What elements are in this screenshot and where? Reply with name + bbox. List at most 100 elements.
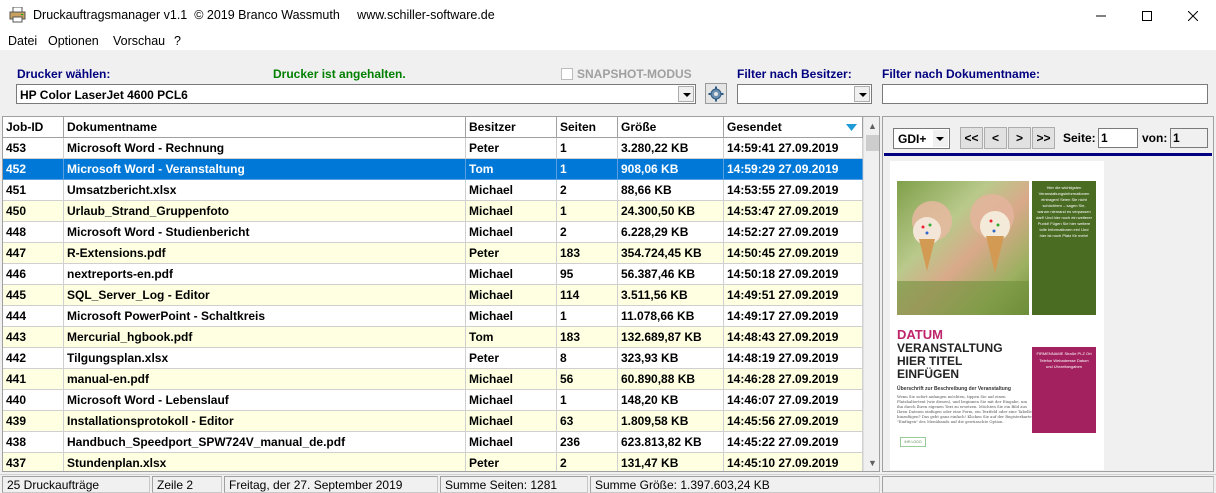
cell-sent: 14:49:17 27.09.2019 xyxy=(724,306,863,327)
status-bar: 25 Druckaufträge Zeile 2 Freitag, der 27… xyxy=(0,474,1216,493)
col-pages[interactable]: Seiten xyxy=(557,117,618,138)
table-row[interactable]: 437 Stundenplan.xlsx Peter 2 131,47 KB 14:45:… xyxy=(3,453,863,471)
cell-job-id: 442 xyxy=(3,348,64,369)
cell-owner: Michael xyxy=(466,264,557,285)
cell-owner: Michael xyxy=(466,306,557,327)
printer-settings-button[interactable] xyxy=(705,83,727,104)
table-row[interactable]: 447 R-Extensions.pdf Peter 183 354.724,45 KB… xyxy=(3,243,863,264)
menu-help[interactable]: ? xyxy=(174,34,181,48)
table-row[interactable]: 452 Microsoft Word - Veranstaltung Tom 1 908… xyxy=(3,159,863,180)
table-row[interactable]: 448 Microsoft Word - Studienbericht Michae… xyxy=(3,222,863,243)
menu-bar: Datei Optionen Vorschau ? xyxy=(0,31,1216,51)
cell-owner: Michael xyxy=(466,201,557,222)
chevron-down-icon[interactable] xyxy=(854,86,870,102)
chevron-down-icon[interactable] xyxy=(933,130,948,147)
of-label: von: xyxy=(1142,131,1168,145)
cell-job-id: 446 xyxy=(3,264,64,285)
scroll-up-icon[interactable]: ▲ xyxy=(864,117,879,134)
chevron-down-icon[interactable] xyxy=(678,86,694,102)
table-row[interactable]: 443 Mercurial_hgbook.pdf Tom 183 132.689,87 … xyxy=(3,327,863,348)
preview-panel: GDI+ << < > >> Seite: 1 von: 1 Hier die … xyxy=(882,116,1214,472)
col-sent[interactable]: Gesendet xyxy=(724,117,863,138)
cell-document-name: Mercurial_hgbook.pdf xyxy=(64,327,466,348)
cell-pages: 1 xyxy=(557,138,618,159)
table-row[interactable]: 453 Microsoft Word - Rechnung Peter 1 3.280,… xyxy=(3,138,863,159)
table-row[interactable]: 444 Microsoft PowerPoint - Schaltkreis Mic… xyxy=(3,306,863,327)
table-row[interactable]: 441 manual-en.pdf Michael 56 60.890,88 KB 14:… xyxy=(3,369,863,390)
table-row[interactable]: 438 Handbuch_Speedport_SPW724V_manual_de.… xyxy=(3,432,863,453)
cell-size: 6.228,29 KB xyxy=(618,222,724,243)
cell-pages: 2 xyxy=(557,453,618,471)
preview-photo xyxy=(897,181,1029,315)
cell-sent: 14:59:29 27.09.2019 xyxy=(724,159,863,180)
scroll-down-icon[interactable]: ▼ xyxy=(864,454,879,471)
close-icon xyxy=(1188,10,1198,21)
cell-document-name: R-Extensions.pdf xyxy=(64,243,466,264)
menu-datei[interactable]: Datei xyxy=(8,34,37,48)
snapshot-checkbox[interactable] xyxy=(561,68,573,80)
col-document-name[interactable]: Dokumentname xyxy=(64,117,466,138)
first-page-button[interactable]: << xyxy=(960,127,983,149)
renderer-select[interactable]: GDI+ xyxy=(893,128,950,149)
cell-size: 3.511,56 KB xyxy=(618,285,724,306)
table-scrollbar[interactable]: ▲ ▼ xyxy=(863,117,879,471)
cell-job-id: 447 xyxy=(3,243,64,264)
cell-size: 56.387,46 KB xyxy=(618,264,724,285)
ice-cream-image xyxy=(897,194,1029,315)
page-label: Seite: xyxy=(1063,131,1096,145)
col-owner[interactable]: Besitzer xyxy=(466,117,557,138)
table-row[interactable]: 440 Microsoft Word - Lebenslauf Michael 1 14… xyxy=(3,390,863,411)
cell-sent: 14:48:43 27.09.2019 xyxy=(724,327,863,348)
cell-size: 3.280,22 KB xyxy=(618,138,724,159)
cell-owner: Peter xyxy=(466,243,557,264)
cell-size: 1.809,58 KB xyxy=(618,411,724,432)
cell-job-id: 445 xyxy=(3,285,64,306)
menu-vorschau[interactable]: Vorschau xyxy=(113,34,165,48)
table-row[interactable]: 446 nextreports-en.pdf Michael 95 56.387,46 … xyxy=(3,264,863,285)
minimize-button[interactable] xyxy=(1078,0,1124,31)
cell-sent: 14:46:28 27.09.2019 xyxy=(724,369,863,390)
table-row[interactable]: 442 Tilgungsplan.xlsx Peter 8 323,93 KB 14:48… xyxy=(3,348,863,369)
cell-owner: Michael xyxy=(466,222,557,243)
printer-app-icon xyxy=(9,7,26,23)
status-line: Zeile 2 xyxy=(152,476,222,493)
cell-size: 11.078,66 KB xyxy=(618,306,724,327)
cell-pages: 8 xyxy=(557,348,618,369)
cell-document-name: Handbuch_Speedport_SPW724V_manual_de.pdf xyxy=(64,432,466,453)
cell-job-id: 439 xyxy=(3,411,64,432)
page-input[interactable]: 1 xyxy=(1098,128,1138,148)
cell-owner: Michael xyxy=(466,411,557,432)
owner-filter-select[interactable] xyxy=(737,84,872,104)
snapshot-label: SNAPSHOT-MODUS xyxy=(577,67,692,81)
scroll-thumb[interactable] xyxy=(866,135,879,151)
maximize-icon xyxy=(1142,10,1152,21)
table-row[interactable]: 450 Urlaub_Strand_Gruppenfoto Michael 1 24.3… xyxy=(3,201,863,222)
cell-owner: Peter xyxy=(466,348,557,369)
cell-document-name: SQL_Server_Log - Editor xyxy=(64,285,466,306)
cell-pages: 114 xyxy=(557,285,618,306)
menu-optionen[interactable]: Optionen xyxy=(48,34,99,48)
prev-page-button[interactable]: < xyxy=(984,127,1007,149)
printer-select[interactable]: HP Color LaserJet 4600 PCL6 xyxy=(16,84,696,104)
cell-pages: 2 xyxy=(557,222,618,243)
cell-owner: Michael xyxy=(466,180,557,201)
table-row[interactable]: 451 Umsatzbericht.xlsx Michael 2 88,66 KB 14:… xyxy=(3,180,863,201)
table-row[interactable]: 439 Installationsprotokoll - Editor Michae… xyxy=(3,411,863,432)
cell-job-id: 443 xyxy=(3,327,64,348)
print-job-table: Job-ID Dokumentname Besitzer Seiten Größ… xyxy=(2,116,880,472)
cell-sent: 14:45:22 27.09.2019 xyxy=(724,432,863,453)
minimize-icon xyxy=(1096,15,1106,16)
cell-pages: 236 xyxy=(557,432,618,453)
docname-filter-input[interactable] xyxy=(882,84,1208,104)
col-job-id[interactable]: Job-ID xyxy=(3,117,64,138)
col-size[interactable]: Größe xyxy=(618,117,724,138)
cell-job-id: 450 xyxy=(3,201,64,222)
last-page-button[interactable]: >> xyxy=(1032,127,1055,149)
maximize-button[interactable] xyxy=(1124,0,1170,31)
close-button[interactable] xyxy=(1170,0,1216,31)
cell-owner: Peter xyxy=(466,138,557,159)
table-row[interactable]: 445 SQL_Server_Log - Editor Michael 114 3.51… xyxy=(3,285,863,306)
cell-size: 131,47 KB xyxy=(618,453,724,471)
cell-pages: 63 xyxy=(557,411,618,432)
next-page-button[interactable]: > xyxy=(1008,127,1031,149)
